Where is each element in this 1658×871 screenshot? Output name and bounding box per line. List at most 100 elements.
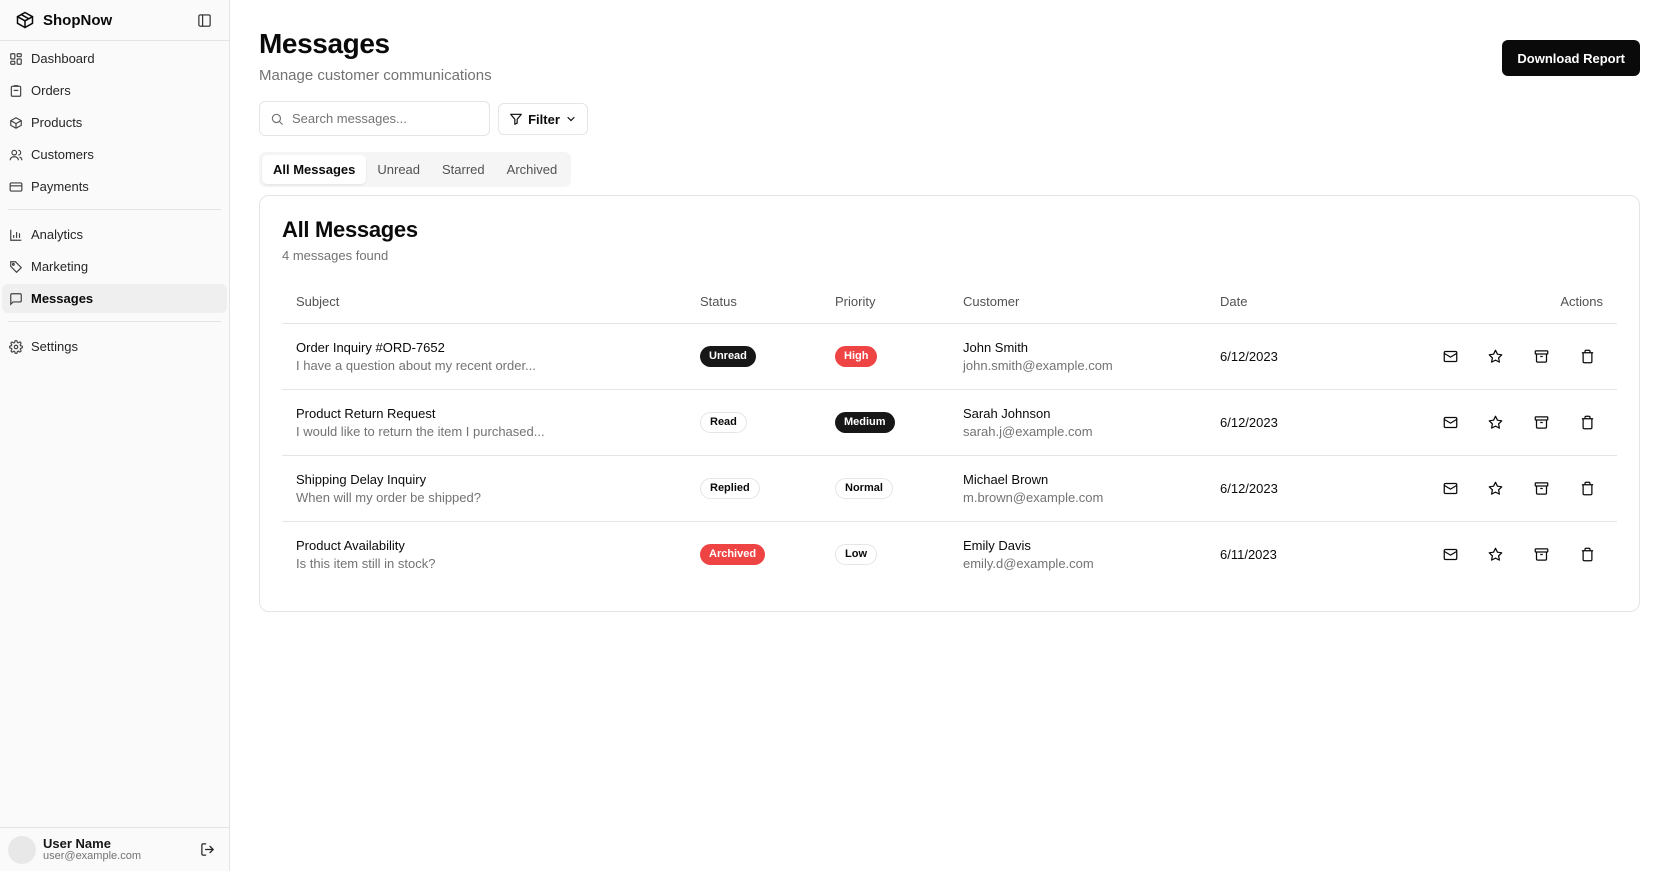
download-report-button[interactable]: Download Report bbox=[1502, 40, 1640, 76]
delete-button[interactable] bbox=[1571, 472, 1603, 504]
mark-read-button[interactable] bbox=[1434, 538, 1466, 570]
table-row[interactable]: Product Return Request I would like to r… bbox=[282, 389, 1617, 456]
mail-icon bbox=[1443, 547, 1458, 562]
credit-card-icon bbox=[8, 179, 24, 195]
message-icon bbox=[8, 291, 24, 307]
sidebar-item-messages[interactable]: Messages bbox=[2, 284, 227, 313]
message-preview: When will my order be shipped? bbox=[296, 489, 481, 505]
dashboard-icon bbox=[8, 51, 24, 67]
chevron-down-icon bbox=[565, 113, 577, 125]
customer-name: Michael Brown bbox=[963, 471, 1049, 487]
column-header-subject[interactable]: Subject bbox=[282, 281, 686, 324]
filter-button[interactable]: Filter bbox=[498, 103, 588, 135]
priority-badge: Normal bbox=[835, 477, 893, 499]
user-info: User Name user@example.com bbox=[43, 837, 141, 862]
users-icon bbox=[8, 147, 24, 163]
mail-icon bbox=[1443, 481, 1458, 496]
avatar[interactable] bbox=[8, 835, 36, 864]
message-preview: I have a question about my recent order.… bbox=[296, 357, 536, 373]
tab-archived[interactable]: Archived bbox=[496, 155, 569, 184]
message-date: 6/11/2023 bbox=[1220, 546, 1277, 562]
messages-count: 4 messages found bbox=[282, 248, 389, 263]
column-header-customer[interactable]: Customer bbox=[949, 281, 1206, 324]
sidebar-item-orders[interactable]: Orders bbox=[2, 76, 227, 105]
message-date: 6/12/2023 bbox=[1220, 480, 1278, 496]
customer-email: john.smith@example.com bbox=[963, 357, 1113, 373]
sidebar-divider bbox=[8, 321, 221, 322]
tag-icon bbox=[8, 259, 24, 275]
customer-name: Sarah Johnson bbox=[963, 405, 1051, 421]
status-badge: Unread bbox=[700, 345, 756, 367]
archive-button[interactable] bbox=[1525, 472, 1557, 504]
priority-badge: High bbox=[835, 345, 878, 367]
customer-name: John Smith bbox=[963, 339, 1029, 355]
tab-unread[interactable]: Unread bbox=[366, 155, 431, 184]
table-row[interactable]: Order Inquiry #ORD-7652 I have a questio… bbox=[282, 323, 1617, 390]
page-title: Messages bbox=[259, 28, 390, 59]
star-button[interactable] bbox=[1480, 406, 1512, 438]
sidebar-item-customers[interactable]: Customers bbox=[2, 140, 227, 169]
logout-icon[interactable] bbox=[197, 840, 217, 860]
archive-button[interactable] bbox=[1525, 406, 1557, 438]
archive-button[interactable] bbox=[1525, 340, 1557, 372]
sidebar-item-marketing[interactable]: Marketing bbox=[2, 252, 227, 281]
table-row[interactable]: Shipping Delay Inquiry When will my orde… bbox=[282, 455, 1617, 522]
message-subject[interactable]: Shipping Delay Inquiry bbox=[296, 472, 672, 487]
app-root: ShopNow Dashboard Orders Products Custom… bbox=[0, 0, 1658, 871]
tab-starred[interactable]: Starred bbox=[431, 155, 496, 184]
table-row[interactable]: Product Availability Is this item still … bbox=[282, 521, 1617, 587]
star-button[interactable] bbox=[1480, 538, 1512, 570]
column-header-date[interactable]: Date bbox=[1206, 281, 1400, 324]
trash-icon bbox=[1580, 415, 1595, 430]
filter-label: Filter bbox=[528, 111, 560, 127]
bar-chart-icon bbox=[8, 227, 24, 243]
message-preview: I would like to return the item I purcha… bbox=[296, 423, 545, 439]
delete-button[interactable] bbox=[1571, 406, 1603, 438]
archive-button[interactable] bbox=[1525, 538, 1557, 570]
sidebar-item-dashboard[interactable]: Dashboard bbox=[2, 44, 227, 73]
message-subject[interactable]: Product Return Request bbox=[296, 406, 672, 421]
user-email: user@example.com bbox=[43, 849, 141, 862]
column-header-priority[interactable]: Priority bbox=[821, 281, 949, 324]
star-button[interactable] bbox=[1480, 472, 1512, 504]
user-name: User Name bbox=[43, 835, 111, 851]
star-button[interactable] bbox=[1480, 340, 1512, 372]
mail-icon bbox=[1443, 415, 1458, 430]
sidebar-item-label: Orders bbox=[31, 83, 71, 98]
search-input[interactable] bbox=[292, 111, 472, 126]
message-subject[interactable]: Order Inquiry #ORD-7652 bbox=[296, 340, 672, 355]
archive-icon bbox=[1534, 349, 1549, 364]
mark-read-button[interactable] bbox=[1434, 472, 1466, 504]
sidebar-user-footer: User Name user@example.com bbox=[0, 827, 229, 871]
package-icon bbox=[14, 9, 36, 31]
delete-button[interactable] bbox=[1571, 340, 1603, 372]
sidebar-item-label: Customers bbox=[31, 147, 94, 162]
column-header-status[interactable]: Status bbox=[686, 281, 821, 324]
tab-all-messages[interactable]: All Messages bbox=[262, 155, 367, 184]
message-date: 6/12/2023 bbox=[1220, 348, 1278, 364]
sidebar-item-label: Messages bbox=[31, 291, 94, 306]
sidebar-item-analytics[interactable]: Analytics bbox=[2, 220, 227, 249]
sidebar-item-payments[interactable]: Payments bbox=[2, 172, 227, 201]
mark-read-button[interactable] bbox=[1434, 340, 1466, 372]
customer-email: m.brown@example.com bbox=[963, 489, 1104, 505]
search-icon bbox=[270, 112, 284, 126]
customer-email: sarah.j@example.com bbox=[963, 423, 1093, 439]
star-icon bbox=[1488, 547, 1503, 562]
sidebar-toggle-icon[interactable] bbox=[193, 9, 215, 31]
mail-icon bbox=[1443, 349, 1458, 364]
sidebar-item-products[interactable]: Products bbox=[2, 108, 227, 137]
clipboard-icon bbox=[8, 83, 24, 99]
sidebar-item-label: Analytics bbox=[31, 227, 84, 242]
page-subtitle: Manage customer communications bbox=[259, 67, 492, 84]
delete-button[interactable] bbox=[1571, 538, 1603, 570]
sidebar-item-settings[interactable]: Settings bbox=[2, 332, 227, 361]
search-box[interactable] bbox=[259, 101, 490, 136]
mark-read-button[interactable] bbox=[1434, 406, 1466, 438]
priority-badge: Medium bbox=[835, 411, 895, 433]
message-subject[interactable]: Product Availability bbox=[296, 538, 672, 553]
sidebar-item-label: Payments bbox=[31, 179, 89, 194]
message-date: 6/12/2023 bbox=[1220, 414, 1278, 430]
sidebar-header: ShopNow bbox=[0, 0, 229, 41]
priority-badge: Low bbox=[835, 543, 877, 565]
